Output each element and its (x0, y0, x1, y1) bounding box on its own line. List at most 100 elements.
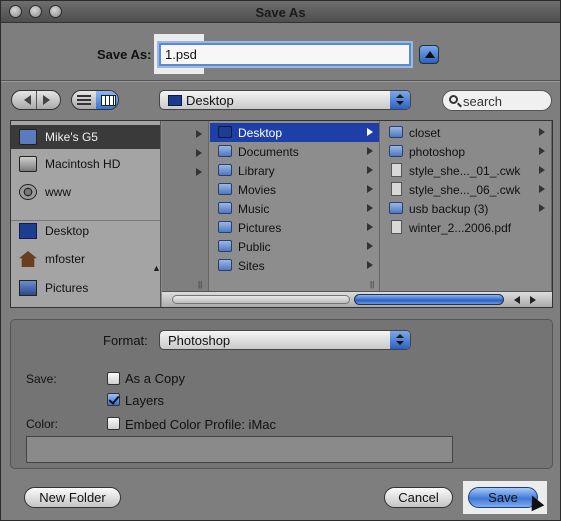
disclosure-arrow-icon (367, 204, 373, 212)
sidebar-item-mfoster[interactable]: mfoster (11, 247, 160, 271)
desktop-folder-icon (168, 95, 182, 106)
disclosure-arrow-icon (196, 130, 202, 138)
list-item-label: winter_2...2006.pdf (409, 221, 512, 235)
folder-icon (218, 164, 232, 176)
desktop-icon (19, 223, 37, 239)
save-as-label: Save As: (97, 47, 152, 62)
disclosure-arrow-icon (367, 261, 373, 269)
location-value: Desktop (186, 93, 234, 108)
list-item[interactable] (162, 163, 208, 182)
column-resize-grip[interactable]: || (370, 280, 374, 289)
list-item[interactable]: usb backup (3) (381, 199, 551, 218)
collapse-browser-button[interactable] (419, 45, 439, 64)
embed-color-profile-checkbox[interactable] (107, 417, 120, 430)
scroll-left-arrow-icon[interactable] (514, 296, 520, 304)
column-view-icon[interactable] (96, 91, 118, 109)
disclosure-arrow-icon (196, 168, 202, 176)
list-item[interactable]: Sites (210, 256, 379, 275)
folder-icon (389, 126, 403, 138)
list-item-label: Library (238, 164, 275, 178)
document-icon (391, 163, 402, 177)
document-icon (391, 220, 402, 234)
sidebar-item-www[interactable]: www (11, 180, 160, 204)
location-popup[interactable]: Desktop (159, 90, 411, 110)
format-value: Photoshop (168, 333, 231, 348)
list-item[interactable]: Movies (210, 180, 379, 199)
sidebar-item-label: Macintosh HD (45, 157, 121, 171)
list-item[interactable] (162, 125, 208, 144)
sidebar-item-label: www (45, 185, 71, 199)
disclosure-arrow-icon (367, 147, 373, 155)
list-item-label: Documents (238, 145, 299, 159)
disclosure-arrow-icon (196, 149, 202, 157)
list-item[interactable]: style_she..._06_.cwk (381, 180, 551, 199)
back-forward-control[interactable] (11, 90, 61, 110)
sidebar-item-computer[interactable]: Mike's G5 (11, 125, 160, 149)
list-item[interactable]: photoshop (381, 142, 551, 161)
list-item-label: Public (238, 240, 271, 254)
save-as-dialog: Save As Save As: 1.psd Desktop search Mi… (0, 0, 561, 521)
list-item-label: photoshop (409, 145, 466, 159)
horizontal-scrollbar[interactable] (162, 291, 552, 307)
new-folder-button[interactable]: New Folder (24, 487, 121, 508)
sidebar-item-label: Pictures (45, 281, 89, 295)
sidebar-resize-handle[interactable]: ▲ (152, 263, 161, 273)
sidebar-item-label: Desktop (45, 224, 90, 238)
list-item-label: Music (238, 202, 270, 216)
back-arrow-icon[interactable] (24, 95, 31, 105)
list-item[interactable]: closet (381, 123, 551, 142)
desktop-folder-icon (218, 126, 232, 138)
column-resize-grip[interactable]: || (198, 280, 202, 289)
document-icon (391, 182, 402, 196)
list-item[interactable] (162, 144, 208, 163)
folder-icon (218, 221, 232, 233)
title-bar[interactable]: Save As (1, 1, 560, 23)
disclosure-arrow-icon (539, 147, 545, 155)
color-options-label: Color: (26, 417, 59, 431)
list-item-label: closet (409, 126, 441, 140)
folder-icon (218, 145, 232, 157)
format-popup[interactable]: Photoshop (159, 330, 411, 350)
disclosure-arrow-icon (539, 185, 545, 193)
disclosure-arrow-icon (367, 128, 373, 136)
sidebar-item-macintosh-hd[interactable]: Macintosh HD (11, 152, 160, 176)
list-item[interactable]: Desktop (210, 123, 379, 142)
folder-icon (389, 202, 403, 214)
list-item[interactable]: Music (210, 199, 379, 218)
list-item[interactable]: winter_2...2006.pdf (381, 218, 551, 237)
list-item[interactable]: Pictures (210, 218, 379, 237)
list-item[interactable]: style_she..._01_.cwk (381, 161, 551, 180)
view-mode-control[interactable] (71, 90, 119, 110)
list-item[interactable]: Library (210, 161, 379, 180)
cancel-button[interactable]: Cancel (384, 487, 453, 508)
search-icon (449, 95, 458, 104)
list-item[interactable]: Public (210, 237, 379, 256)
scroll-track[interactable] (172, 295, 350, 304)
pictures-icon (19, 280, 37, 296)
layers-checkbox[interactable] (107, 393, 120, 406)
window-title: Save As (255, 5, 306, 20)
list-view-icon[interactable] (77, 95, 91, 105)
list-item-label: Desktop (238, 126, 283, 140)
as-a-copy-checkbox[interactable] (107, 372, 120, 385)
sidebar-item-desktop[interactable]: Desktop (11, 219, 160, 243)
forward-arrow-icon[interactable] (43, 95, 50, 105)
list-item-label: style_she..._01_.cwk (409, 164, 521, 178)
popup-arrows-icon (390, 91, 410, 109)
folder-icon (389, 145, 403, 157)
scroll-right-arrow-icon[interactable] (530, 296, 536, 304)
list-item-label: Sites (238, 259, 265, 273)
search-field[interactable]: search (442, 90, 552, 111)
filename-field[interactable]: 1.psd (159, 43, 411, 66)
sidebar-item-pictures[interactable]: Pictures (11, 276, 160, 300)
disclosure-arrow-icon (367, 223, 373, 231)
scroll-thumb[interactable] (354, 294, 504, 305)
file-browser: Mike's G5 Macintosh HD www Desktop mfost… (10, 120, 553, 308)
folder-icon (218, 259, 232, 271)
folder-icon (218, 183, 232, 195)
browser-column-1: || (162, 121, 209, 291)
search-placeholder: search (463, 94, 503, 109)
home-icon (19, 251, 37, 267)
sidebar: Mike's G5 Macintosh HD www Desktop mfost… (11, 121, 161, 307)
list-item[interactable]: Documents (210, 142, 379, 161)
